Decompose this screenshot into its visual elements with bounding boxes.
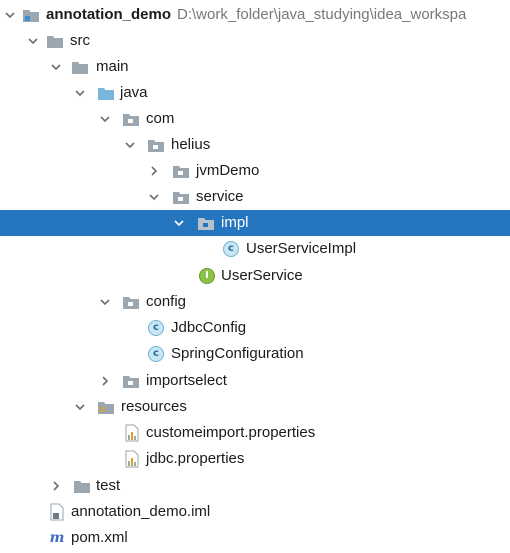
node-label: customeimport.properties bbox=[146, 424, 316, 441]
folder-icon bbox=[73, 477, 91, 495]
node-label: service bbox=[196, 188, 244, 205]
root-name: annotation_demo bbox=[46, 6, 172, 23]
tree-row-jdbcconfig[interactable]: c JdbcConfig bbox=[0, 315, 510, 341]
folder-icon bbox=[46, 32, 64, 50]
tree-row-helius[interactable]: helius bbox=[0, 132, 510, 158]
tree-row-java[interactable]: java bbox=[0, 80, 510, 106]
tree-row-jdbc-properties[interactable]: jdbc.properties bbox=[0, 446, 510, 472]
chevron-down-icon[interactable] bbox=[171, 210, 187, 236]
tree-row-jvmdemo[interactable]: jvmDemo bbox=[0, 158, 510, 184]
tree-row-main[interactable]: main bbox=[0, 54, 510, 80]
root-label: annotation_demo D:\work_folder\java_study… bbox=[46, 2, 466, 28]
package-icon bbox=[122, 110, 140, 128]
iml-file-icon bbox=[48, 503, 66, 521]
class-badge: c bbox=[148, 320, 164, 336]
tree-row-pom[interactable]: m pom.xml bbox=[0, 525, 510, 551]
node-label: impl bbox=[221, 214, 249, 231]
chevron-down-icon[interactable] bbox=[72, 80, 88, 106]
properties-file-icon bbox=[123, 450, 141, 468]
chevron-right-icon[interactable] bbox=[146, 158, 162, 184]
class-badge: c bbox=[148, 346, 164, 362]
resources-folder-icon bbox=[97, 398, 115, 416]
chevron-down-icon[interactable] bbox=[72, 394, 88, 420]
node-label: pom.xml bbox=[71, 529, 128, 546]
node-label: src bbox=[70, 32, 90, 49]
node-label: UserService bbox=[221, 267, 303, 284]
node-label: test bbox=[96, 477, 121, 494]
root-path: D:\work_folder\java_studying\idea_worksp… bbox=[177, 6, 467, 23]
package-icon bbox=[172, 188, 190, 206]
tree-row-root[interactable]: annotation_demo D:\work_folder\java_study… bbox=[0, 2, 510, 28]
package-icon bbox=[147, 136, 165, 154]
tree-row-userservice[interactable]: I UserService bbox=[0, 263, 510, 289]
tree-row-test[interactable]: test bbox=[0, 473, 510, 499]
tree-row-config[interactable]: config bbox=[0, 289, 510, 315]
package-icon bbox=[122, 372, 140, 390]
chevron-right-icon[interactable] bbox=[97, 368, 113, 394]
node-label: SpringConfiguration bbox=[171, 345, 304, 362]
tree-row-importselect[interactable]: importselect bbox=[0, 368, 510, 394]
node-label: com bbox=[146, 110, 175, 127]
package-icon bbox=[197, 214, 215, 232]
tree-row-userserviceimpl[interactable]: c UserServiceImpl bbox=[0, 236, 510, 262]
package-icon bbox=[122, 293, 140, 311]
folder-icon bbox=[71, 58, 89, 76]
chevron-down-icon[interactable] bbox=[97, 289, 113, 315]
node-label: config bbox=[146, 293, 187, 310]
interface-badge: I bbox=[199, 268, 215, 284]
node-label: jvmDemo bbox=[196, 162, 260, 179]
chevron-right-icon[interactable] bbox=[48, 473, 64, 499]
class-icon: c bbox=[147, 345, 165, 363]
tree-row-impl[interactable]: impl bbox=[0, 210, 510, 236]
tree-row-springconfiguration[interactable]: c SpringConfiguration bbox=[0, 341, 510, 367]
node-label: resources bbox=[121, 398, 187, 415]
tree-row-com[interactable]: com bbox=[0, 106, 510, 132]
chevron-down-icon[interactable] bbox=[146, 184, 162, 210]
source-folder-icon bbox=[97, 84, 115, 102]
node-label: main bbox=[96, 58, 129, 75]
class-icon: c bbox=[222, 240, 240, 258]
module-folder-icon bbox=[22, 6, 40, 24]
tree-row-customeimport[interactable]: customeimport.properties bbox=[0, 420, 510, 446]
tree-row-src[interactable]: src bbox=[0, 28, 510, 54]
class-badge: c bbox=[223, 241, 239, 257]
chevron-down-icon[interactable] bbox=[122, 132, 138, 158]
package-icon bbox=[172, 162, 190, 180]
node-label: helius bbox=[171, 136, 211, 153]
project-tree: annotation_demo D:\work_folder\java_study… bbox=[0, 0, 510, 553]
node-label: JdbcConfig bbox=[171, 319, 247, 336]
chevron-down-icon[interactable] bbox=[97, 106, 113, 132]
chevron-down-icon[interactable] bbox=[25, 28, 41, 54]
node-label: UserServiceImpl bbox=[246, 240, 357, 257]
node-label: importselect bbox=[146, 372, 227, 389]
chevron-down-icon[interactable] bbox=[2, 2, 18, 28]
class-icon: c bbox=[147, 319, 165, 337]
node-label: java bbox=[120, 84, 148, 101]
tree-row-resources[interactable]: resources bbox=[0, 394, 510, 420]
chevron-down-icon[interactable] bbox=[48, 54, 64, 80]
node-label: annotation_demo.iml bbox=[71, 503, 211, 520]
interface-icon: I bbox=[198, 267, 216, 285]
node-label: jdbc.properties bbox=[146, 450, 245, 467]
maven-icon: m bbox=[49, 530, 65, 546]
tree-row-service[interactable]: service bbox=[0, 184, 510, 210]
properties-file-icon bbox=[123, 424, 141, 442]
tree-row-iml[interactable]: annotation_demo.iml bbox=[0, 499, 510, 525]
